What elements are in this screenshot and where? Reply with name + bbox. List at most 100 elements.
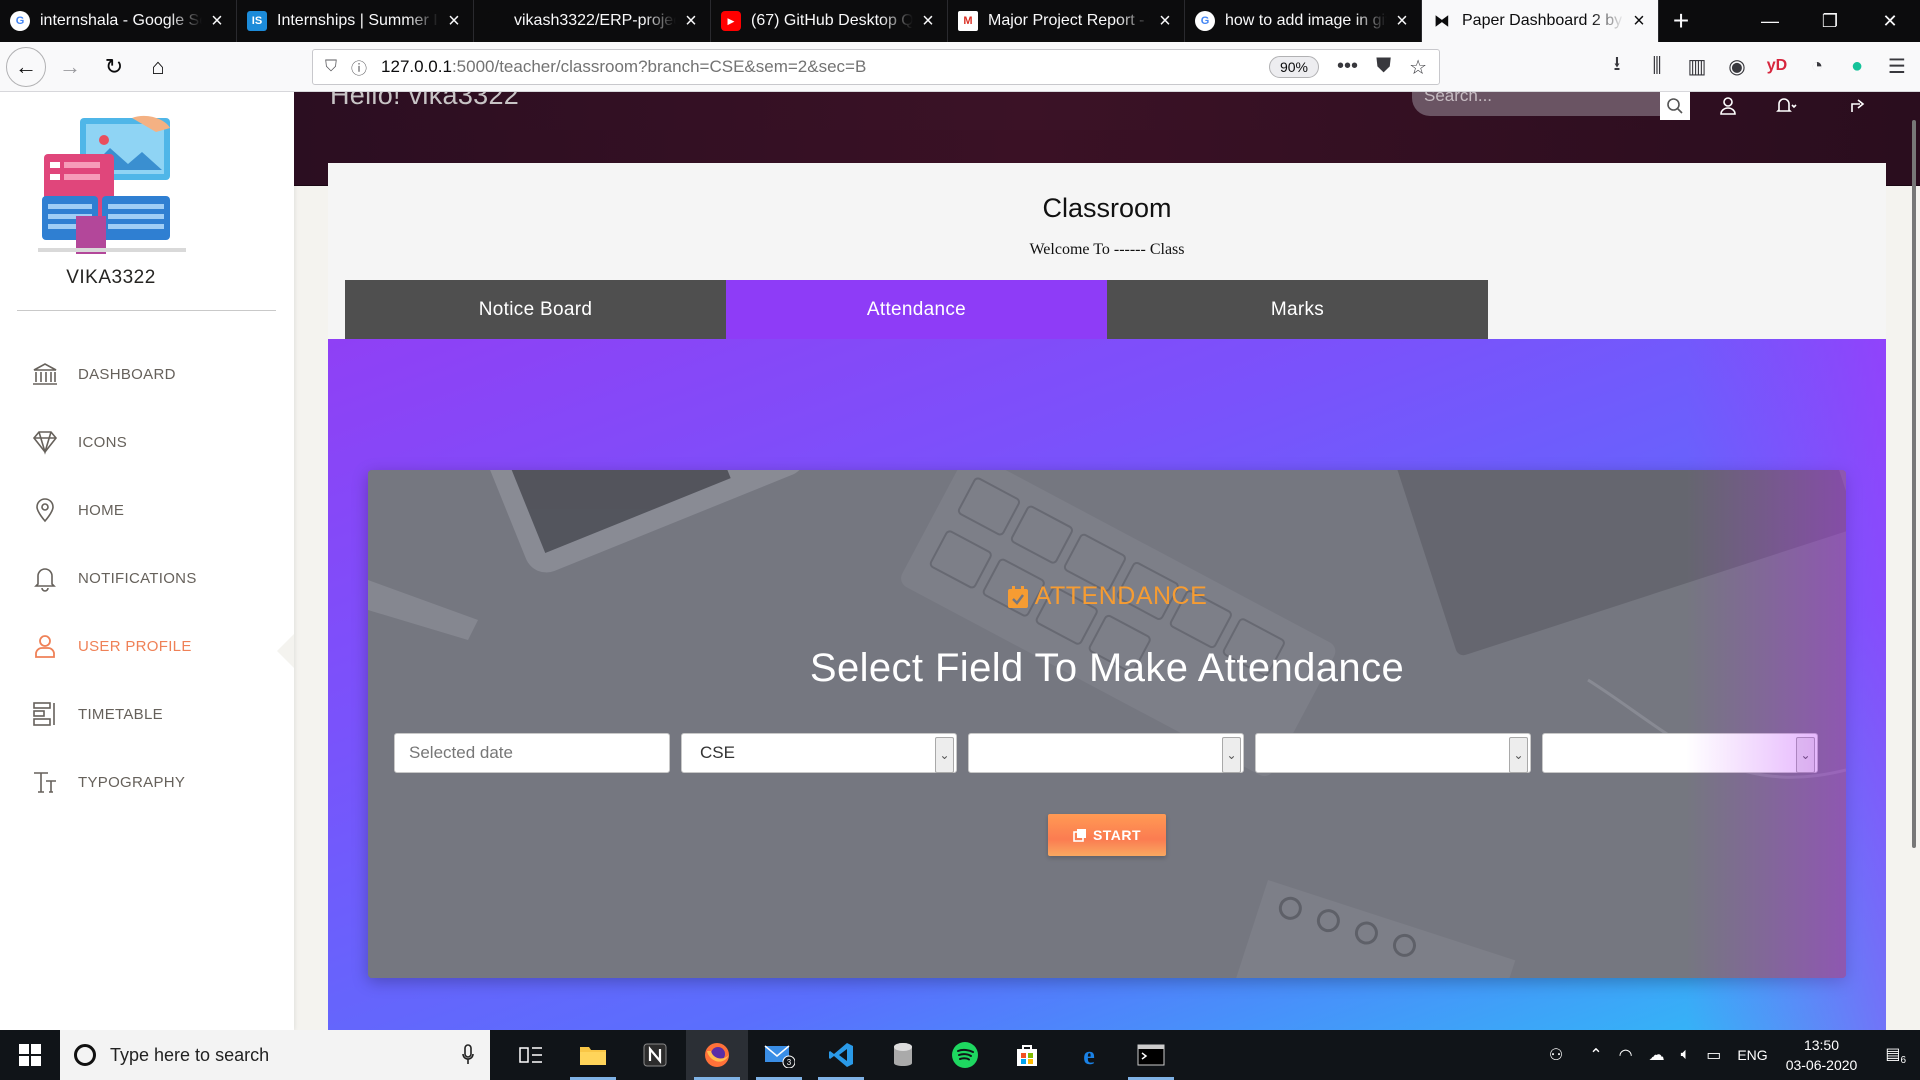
edge-icon[interactable]: e [1058, 1030, 1120, 1080]
sidebar-item-dashboard[interactable]: DASHBOARD [0, 340, 294, 408]
forward-button[interactable]: → [50, 47, 90, 87]
sidebar-toggle-icon[interactable]: ▥ [1684, 50, 1710, 82]
sidebar-item-user-profile[interactable]: USER PROFILE [0, 612, 294, 680]
clock[interactable]: 13:50 03-06-2020 [1786, 1035, 1858, 1075]
back-button[interactable]: ← [6, 46, 46, 87]
semester-select[interactable]: ⌄ [968, 733, 1244, 773]
restore-icon[interactable]: ❐ [1800, 0, 1860, 42]
close-icon[interactable]: × [208, 11, 226, 31]
scrollbar-thumb[interactable] [1912, 120, 1916, 848]
creative-tim-icon: ⧓ [1434, 13, 1450, 30]
url-bar[interactable]: ⛉ ⓘ 127.0.0.1:5000/teacher/classroom?bra… [312, 49, 1440, 85]
sidebar-username: VIKA3322 [66, 267, 156, 288]
layout-icon [30, 699, 60, 729]
vscode-icon[interactable] [810, 1030, 872, 1080]
wifi-icon[interactable]: ◠ [1619, 1045, 1633, 1065]
chevron-down-icon[interactable]: ⌄ [1796, 737, 1815, 773]
tab-attendance[interactable]: Attendance [726, 280, 1107, 339]
spotify-icon[interactable] [934, 1030, 996, 1080]
start-button[interactable]: START [1048, 814, 1166, 856]
taskbar-search[interactable]: Type here to search [60, 1030, 490, 1080]
browser-tab[interactable]: ▶ (67) GitHub Desktop Quick × [711, 0, 948, 42]
cortana-icon [74, 1044, 96, 1066]
search-button[interactable] [1660, 92, 1690, 120]
user-icon[interactable] [1716, 94, 1740, 118]
section-select[interactable]: ⌄ [1255, 733, 1531, 773]
browser-tab-active[interactable]: ⧓ Paper Dashboard 2 by Creative Tim × [1422, 0, 1659, 42]
close-icon[interactable]: × [1630, 11, 1648, 31]
minimize-icon[interactable]: — [1740, 0, 1800, 42]
close-icon[interactable]: × [919, 11, 937, 31]
search-input[interactable]: Search... [1412, 92, 1686, 116]
home-button[interactable]: ⌂ [138, 47, 178, 87]
microphone-icon[interactable] [462, 1044, 474, 1066]
browser-tab[interactable]: G internshala - Google Search × [0, 0, 237, 42]
sidebar-item-home[interactable]: HOME [0, 476, 294, 544]
database-icon[interactable] [872, 1030, 934, 1080]
bell-icon[interactable] [1774, 94, 1798, 118]
sidebar-item-notifications[interactable]: NOTIFICATIONS [0, 544, 294, 612]
chevron-down-icon[interactable]: ⌄ [1222, 737, 1241, 773]
tab-notice-board[interactable]: Notice Board [345, 280, 726, 339]
close-icon[interactable]: × [682, 11, 700, 31]
onedrive-icon[interactable]: ☁ [1649, 1045, 1665, 1065]
mail-icon[interactable]: 3 [748, 1030, 810, 1080]
browser-tab[interactable]: M Major Project Report - vikash × [948, 0, 1185, 42]
search-icon [1667, 98, 1683, 114]
firefox-icon[interactable] [686, 1030, 748, 1080]
url-path: :5000/teacher/classroom?branch=CSE&sem=2… [451, 57, 867, 76]
library-icon[interactable]: ⫼ [1644, 50, 1670, 82]
gmail-icon: M [958, 11, 978, 31]
date-field[interactable]: Selected date [394, 733, 670, 773]
chevron-down-icon[interactable]: ⌄ [935, 737, 954, 773]
bookmark-star-icon[interactable]: ☆ [1409, 55, 1427, 80]
menu-icon[interactable]: ☰ [1884, 50, 1910, 82]
shield-icon[interactable]: ⛉ [325, 58, 337, 76]
terminal-icon[interactable] [1120, 1030, 1182, 1080]
notification-center-icon[interactable]: ▤6 [1885, 1044, 1906, 1066]
close-icon[interactable]: × [445, 11, 463, 31]
yd-extension-icon[interactable]: yD [1764, 50, 1790, 82]
notion-icon[interactable] [624, 1030, 686, 1080]
new-tab-button[interactable]: + [1659, 0, 1703, 42]
sidebar-item-timetable[interactable]: TIMETABLE [0, 680, 294, 748]
volume-icon[interactable]: 🔈︎ [1681, 1046, 1691, 1064]
grammarly-icon[interactable]: ● [1844, 50, 1870, 82]
people-icon[interactable]: ⚇ [1549, 1045, 1563, 1065]
sidebar-item-typography[interactable]: TYPOGRAPHY [0, 748, 294, 816]
close-icon[interactable]: × [1393, 11, 1411, 31]
branch-select[interactable]: CSE ⌄ [681, 733, 957, 773]
more-actions-icon[interactable]: ••• [1337, 55, 1358, 80]
share-icon[interactable] [1846, 94, 1870, 118]
windows-start-button[interactable] [0, 1030, 60, 1080]
chevron-down-icon[interactable]: ⌄ [1509, 737, 1528, 773]
subject-select[interactable]: ⌄ [1542, 733, 1818, 773]
page-scrollbar[interactable] [1908, 92, 1920, 1030]
info-icon[interactable]: ⓘ [351, 55, 367, 79]
store-icon[interactable] [996, 1030, 1058, 1080]
battery-icon[interactable]: ▭ [1706, 1045, 1721, 1065]
reload-button[interactable]: ↻ [94, 47, 134, 87]
sidebar-item-label: DASHBOARD [78, 365, 176, 383]
task-view-icon[interactable] [500, 1030, 562, 1080]
extension-icon[interactable]: ◔ [1804, 50, 1830, 82]
attendance-fields: Selected date CSE ⌄ ⌄ ⌄ ⌄ [394, 733, 1818, 773]
zoom-indicator[interactable]: 90% [1268, 56, 1319, 78]
browser-tab[interactable]: G how to add image in github × [1185, 0, 1422, 42]
file-explorer-icon[interactable] [562, 1030, 624, 1080]
pocket-icon[interactable]: ⛊ [1376, 55, 1391, 80]
sidebar-item-label: ICONS [78, 433, 128, 451]
system-tray: ⚇ ⌃ ◠ ☁ 🔈︎ ▭ ENG 13:50 03-06-2020 ▤6 [1541, 1030, 1920, 1080]
sidebar-item-label: USER PROFILE [78, 637, 192, 655]
youtube-icon: ▶ [721, 11, 741, 31]
chevron-up-icon[interactable]: ⌃ [1589, 1045, 1602, 1065]
close-icon[interactable]: × [1156, 11, 1174, 31]
sidebar-item-icons[interactable]: ICONS [0, 408, 294, 476]
account-icon[interactable]: ◉ [1724, 50, 1750, 82]
close-window-icon[interactable]: ✕ [1860, 0, 1920, 42]
language-indicator[interactable]: ENG [1737, 1047, 1767, 1063]
download-icon[interactable]: ⭳ [1604, 50, 1630, 82]
browser-tab[interactable]: IS Internships | Summer Internships × [237, 0, 474, 42]
browser-tab[interactable]: vikash3322/ERP-project × [474, 0, 711, 42]
tab-marks[interactable]: Marks [1107, 280, 1488, 339]
